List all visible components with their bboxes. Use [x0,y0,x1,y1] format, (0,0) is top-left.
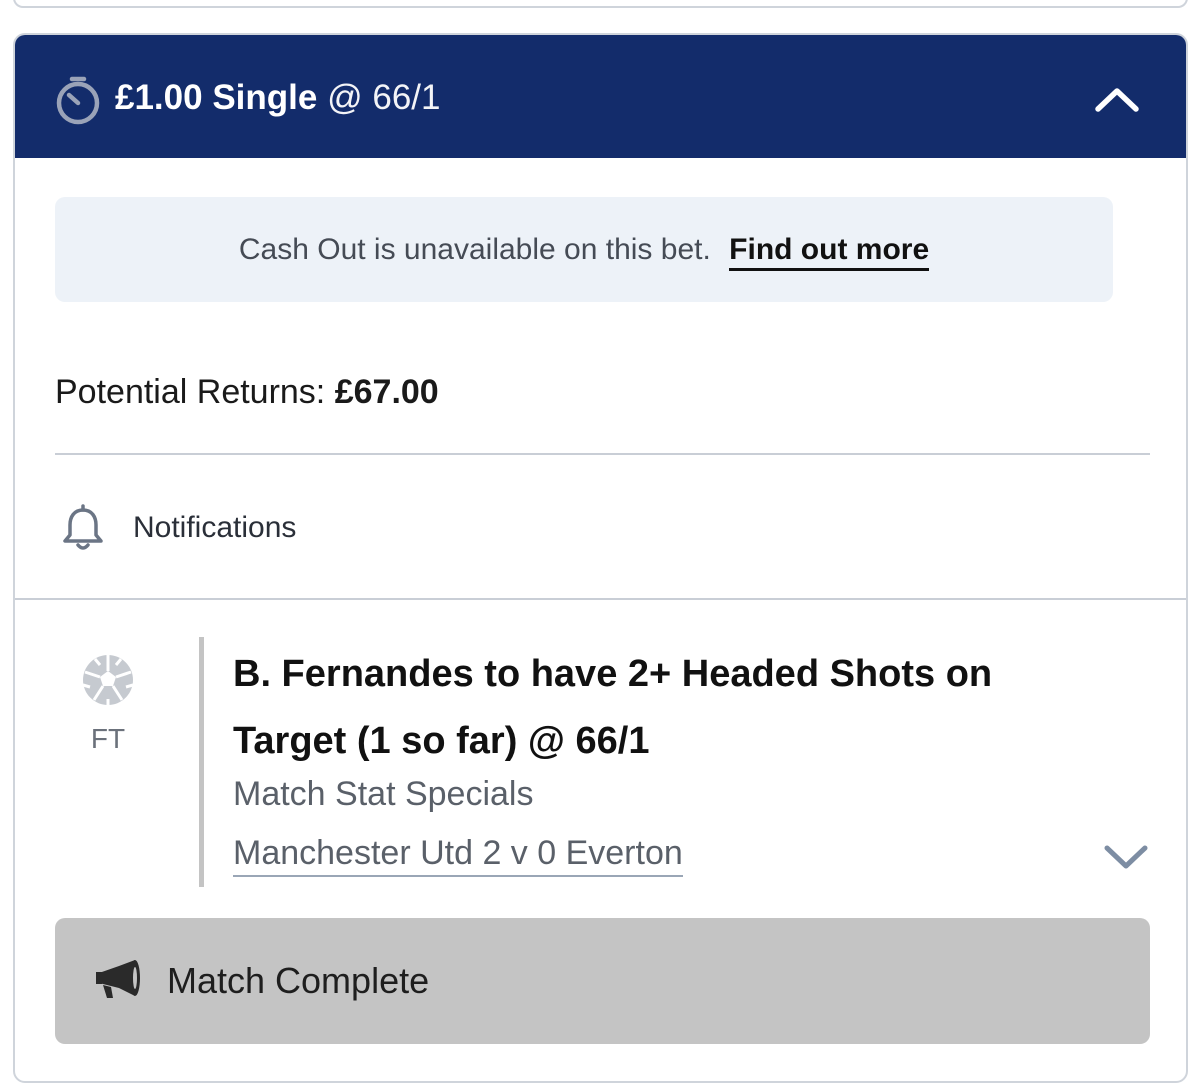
match-status-ft: FT [90,723,126,754]
bet-type: Single [212,78,318,117]
bet-title: £1.00 Single @ 66/1 [115,75,440,121]
match-status-bar: Match Complete [55,918,1150,1044]
bet-stake: £1.00 [115,78,203,117]
event-link[interactable]: Manchester Utd 2 v 0 Everton [233,831,683,877]
find-out-more-link[interactable]: Find out more [729,233,930,271]
sport-status-column: FT [75,653,141,757]
selection-title: B. Fernandes to have 2+ Headed Shots on … [233,653,993,762]
potential-returns: Potential Returns: £67.00 [55,370,439,414]
selection-accent-bar [199,637,204,887]
divider [15,598,1186,600]
potential-returns-label: Potential Returns: [55,373,326,411]
potential-returns-amount: £67.00 [334,373,439,411]
bet-odds: @ 66/1 [327,78,441,117]
cashout-message: Cash Out is unavailable on this bet. [238,233,711,266]
bet-header[interactable]: £1.00 Single @ 66/1 [15,35,1186,158]
market-name: Match Stat Specials [233,775,534,813]
megaphone-icon [96,960,140,998]
football-icon [82,655,134,705]
match-complete-label: Match Complete [167,960,430,1001]
bet-card: £1.00 Single @ 66/1 Cash Out is unavaila… [13,33,1188,1083]
notifications-label: Notifications [133,511,297,544]
notifications-row[interactable]: Notifications [55,500,455,560]
chevron-up-icon[interactable] [1092,79,1142,119]
divider [55,453,1150,455]
stopwatch-icon [56,76,100,125]
chevron-down-icon[interactable] [1103,839,1149,873]
previous-bet-card [13,0,1188,8]
bell-icon [63,504,103,550]
cashout-info-box: Cash Out is unavailable on this bet. Fin… [55,197,1113,302]
